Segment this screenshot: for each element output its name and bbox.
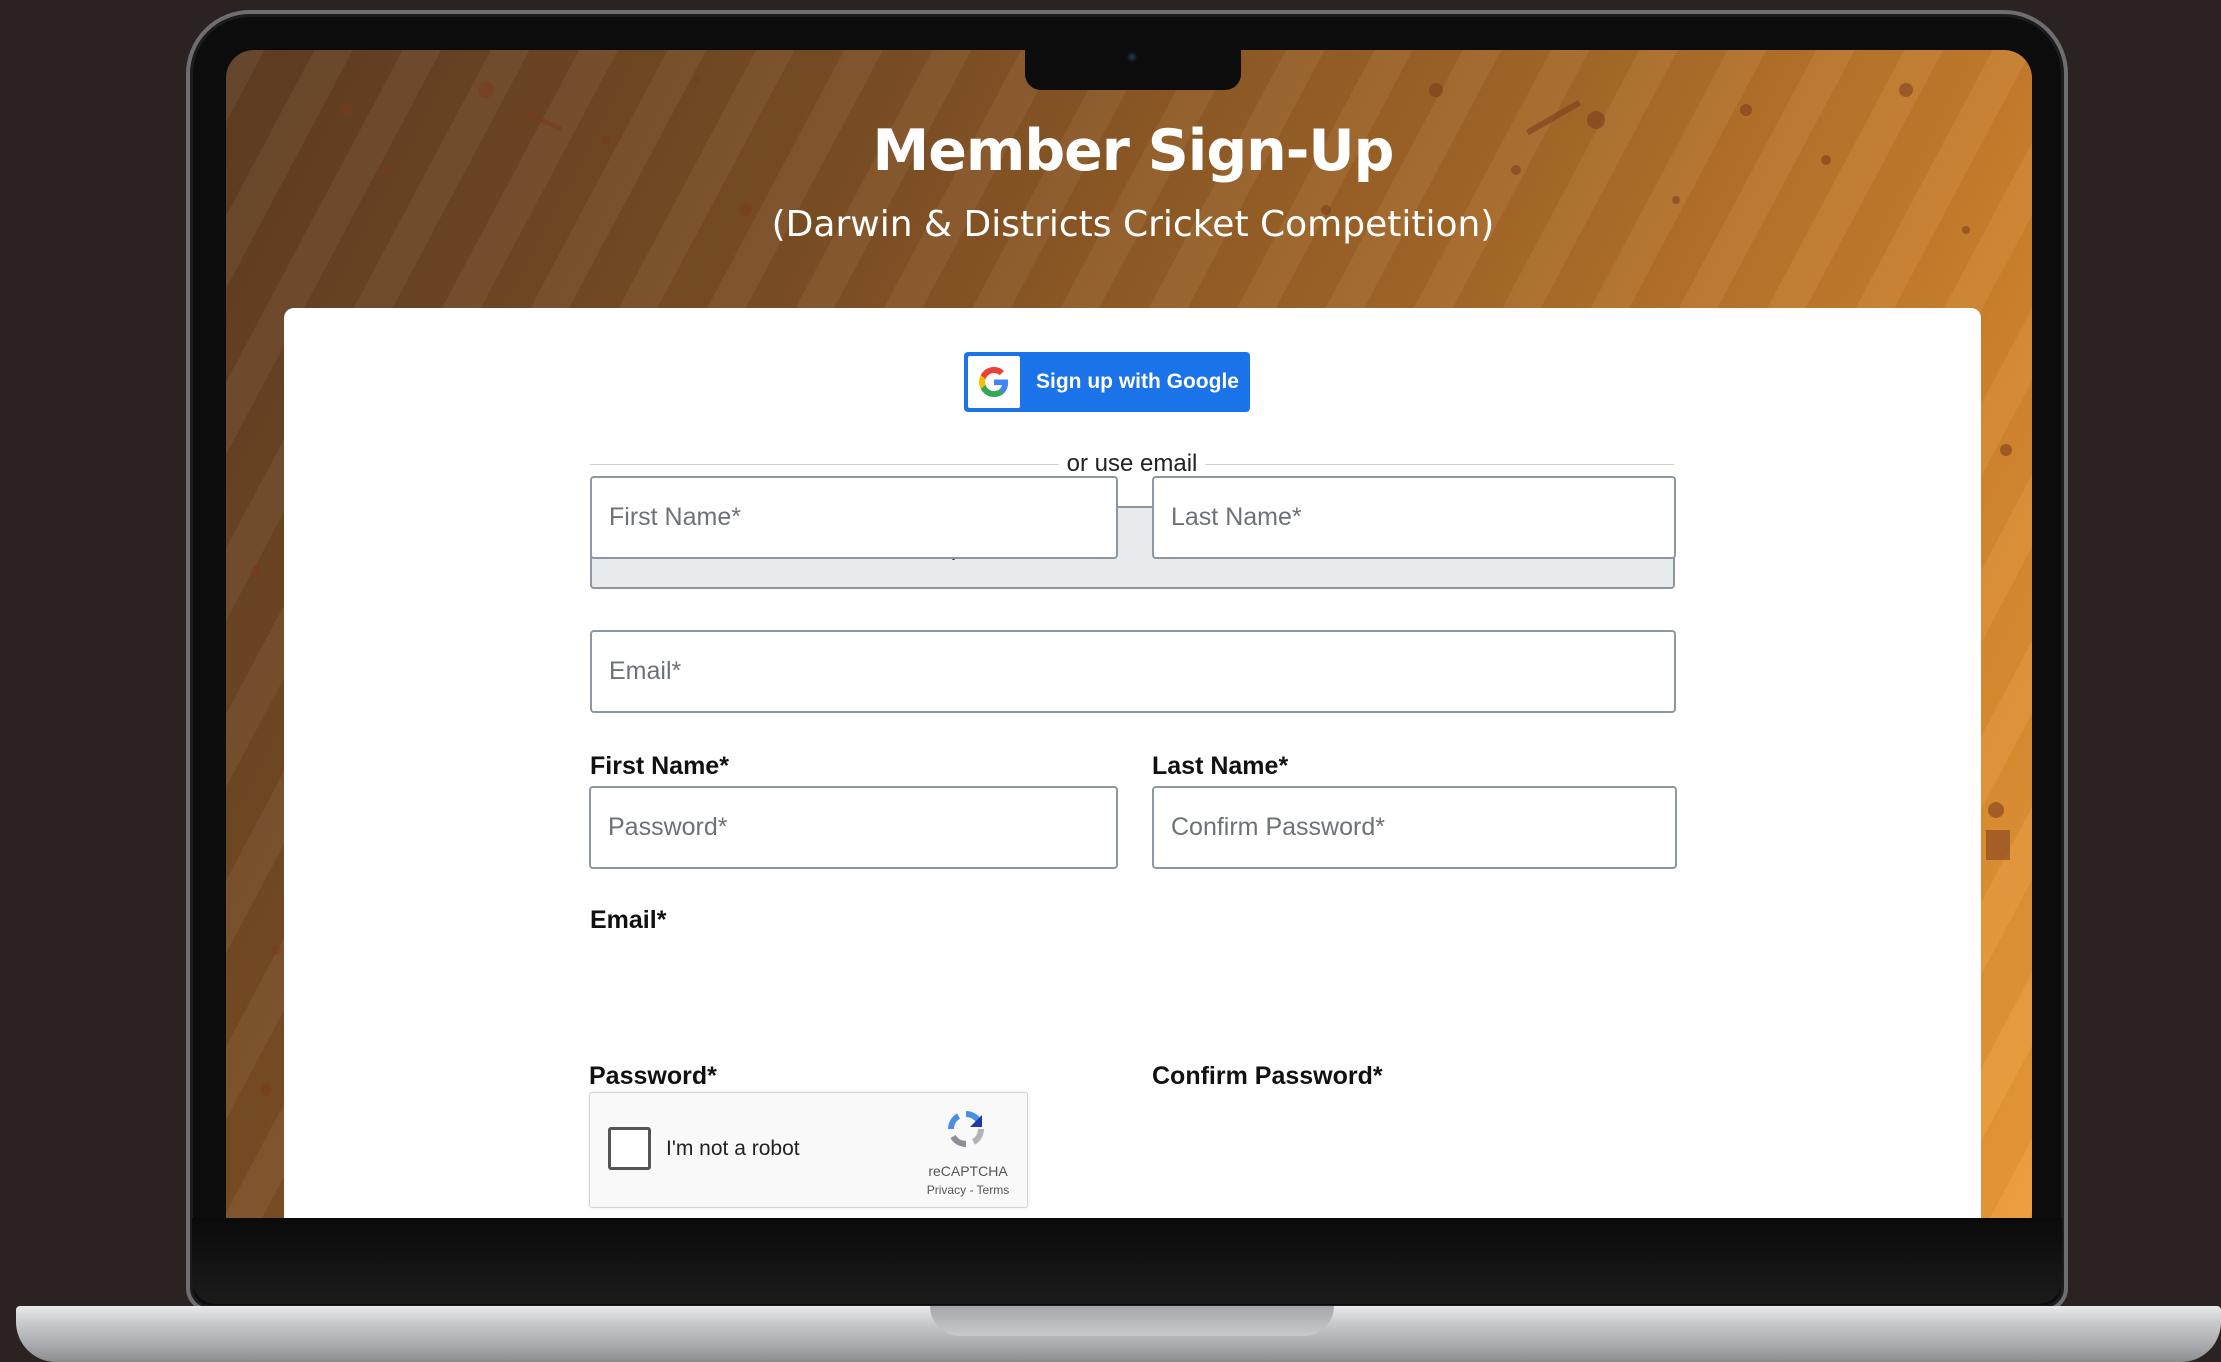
camera-icon [1127,52,1137,62]
last-name-input[interactable]: Last Name* [1152,476,1676,559]
recaptcha-widget: I'm not a robot reCAPTCHA Privacy - Term… [589,1092,1028,1208]
google-signup-button[interactable]: Sign up with Google [964,352,1250,412]
email-label: Email* [590,906,667,934]
page-title: Member Sign-Up [872,118,1395,184]
recaptcha-brand: reCAPTCHA [928,1163,1008,1179]
recaptcha-logo-icon [948,1111,984,1147]
password-label: Password* [589,1062,717,1090]
google-logo-icon [968,356,1020,408]
last-name-label: Last Name* [1152,752,1289,780]
last-name-placeholder: Last Name* [1171,503,1302,531]
signup-form-card: Sign up with Google or use email Darwin … [284,308,1981,1218]
first-name-label: First Name* [590,752,729,780]
laptop-hinge [930,1306,1334,1336]
divider-line-right [1205,463,1675,465]
divider-line-left [590,463,1059,465]
first-name-input[interactable]: First Name* [590,476,1118,559]
google-signup-label: Sign up with Google [1036,370,1239,393]
email-input[interactable]: Email* [590,630,1676,713]
camera-notch [1025,50,1241,90]
recaptcha-label: I'm not a robot [666,1137,800,1160]
password-input[interactable]: Password* [589,786,1118,869]
recaptcha-checkbox[interactable] [608,1127,651,1170]
email-placeholder: Email* [609,657,682,685]
confirm-password-placeholder: Confirm Password* [1171,813,1385,841]
recaptcha-links[interactable]: Privacy - Terms [920,1183,1016,1197]
page-subtitle: (Darwin & Districts Cricket Competition) [771,204,1495,245]
first-name-placeholder: First Name* [609,503,741,531]
password-placeholder: Password* [608,813,728,841]
confirm-password-input[interactable]: Confirm Password* [1152,786,1677,869]
divider-text: or use email [1066,450,1198,477]
screen-bezel-bottom [192,1218,2062,1304]
confirm-password-label: Confirm Password* [1152,1062,1383,1090]
